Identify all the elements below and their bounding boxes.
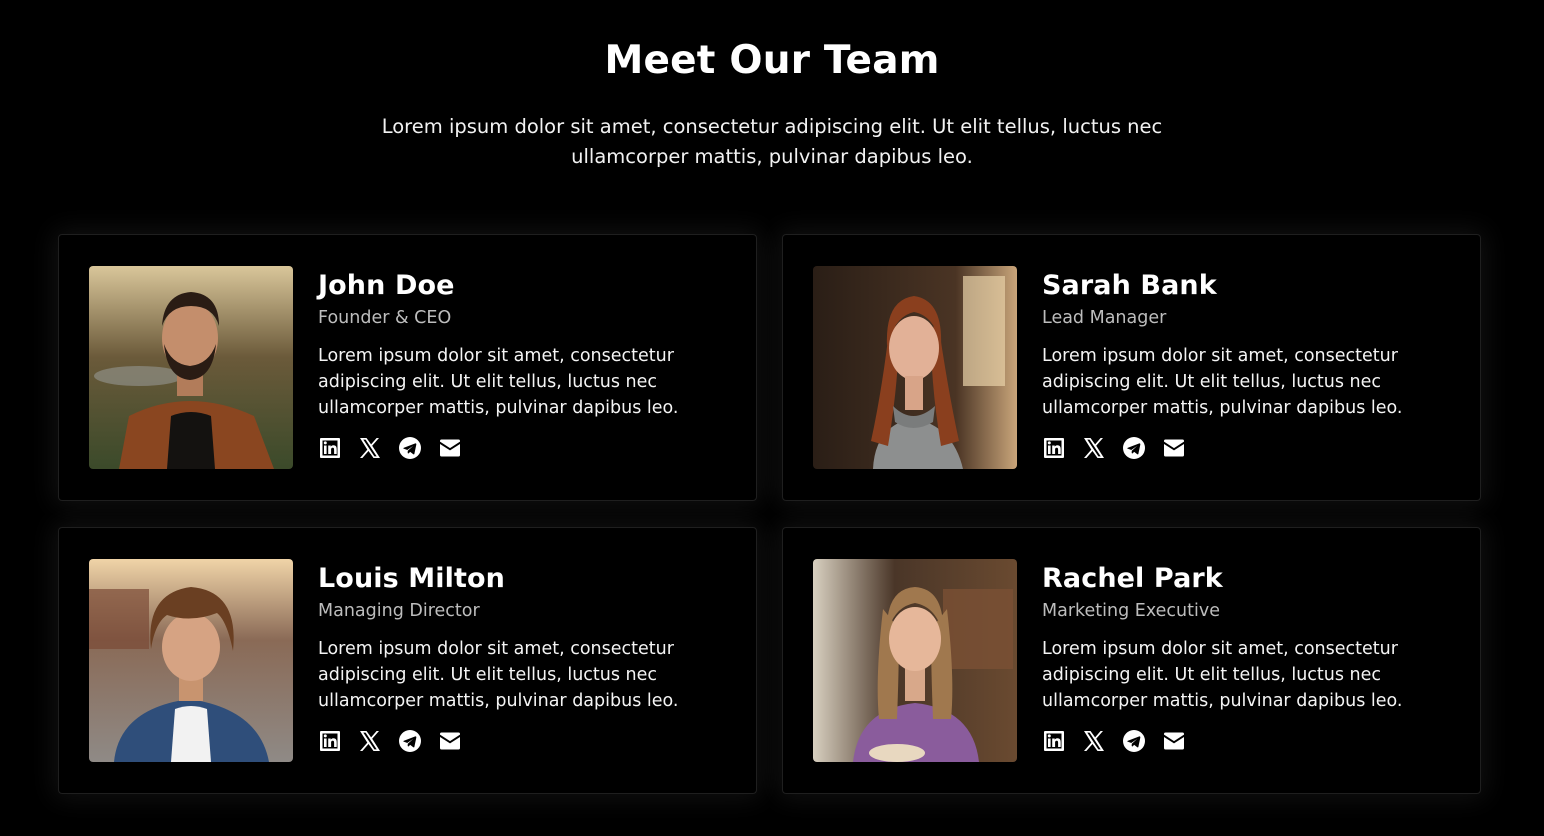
member-bio: Lorem ipsum dolor sit amet, consectetur … <box>1042 639 1403 711</box>
member-photo-image <box>813 559 1017 762</box>
social-links <box>1042 729 1462 753</box>
member-info: Sarah Bank Lead Manager Lorem ipsum dolo… <box>1042 269 1462 460</box>
team-card: Sarah Bank Lead Manager Lorem ipsum dolo… <box>782 234 1481 501</box>
linkedin-link[interactable] <box>1042 729 1066 753</box>
team-card: Louis Milton Managing Director Lorem ips… <box>58 527 757 794</box>
x-twitter-link[interactable] <box>358 729 382 753</box>
email-link[interactable] <box>1162 729 1186 753</box>
linkedin-link[interactable] <box>318 729 342 753</box>
social-links <box>318 729 738 753</box>
telegram-icon <box>399 730 421 752</box>
member-bio: Lorem ipsum dolor sit amet, consectetur … <box>1042 346 1403 418</box>
member-info: Rachel Park Marketing Executive Lorem ip… <box>1042 562 1462 753</box>
email-icon <box>1164 439 1184 457</box>
member-name: Louis Milton <box>318 563 505 594</box>
email-link[interactable] <box>1162 436 1186 460</box>
member-photo <box>89 559 293 762</box>
member-role: Marketing Executive <box>1042 601 1220 621</box>
member-name: Sarah Bank <box>1042 270 1217 301</box>
linkedin-icon <box>320 438 340 458</box>
x-twitter-link[interactable] <box>1082 436 1106 460</box>
member-name: John Doe <box>318 270 455 301</box>
email-icon <box>440 439 460 457</box>
section-intro: Lorem ipsum dolor sit amet, consectetur … <box>370 112 1174 172</box>
social-links <box>1042 436 1462 460</box>
linkedin-link[interactable] <box>318 436 342 460</box>
member-photo <box>813 559 1017 762</box>
section-intro-line-2: ullamcorper mattis, pulvinar dapibus leo… <box>571 145 973 168</box>
member-role: Founder & CEO <box>318 308 452 328</box>
member-photo-image <box>813 266 1017 469</box>
email-link[interactable] <box>438 729 462 753</box>
linkedin-icon <box>1044 438 1064 458</box>
section-heading: Meet Our Team <box>604 38 940 83</box>
email-link[interactable] <box>438 436 462 460</box>
x-twitter-link[interactable] <box>358 436 382 460</box>
section-intro-line-1: Lorem ipsum dolor sit amet, consectetur … <box>381 115 1163 138</box>
member-role: Managing Director <box>318 601 480 621</box>
member-photo <box>89 266 293 469</box>
linkedin-icon <box>320 731 340 751</box>
telegram-link[interactable] <box>1122 729 1146 753</box>
team-card: Rachel Park Marketing Executive Lorem ip… <box>782 527 1481 794</box>
member-info: Louis Milton Managing Director Lorem ips… <box>318 562 738 753</box>
member-info: John Doe Founder & CEO Lorem ipsum dolor… <box>318 269 738 460</box>
x-twitter-icon <box>1084 731 1104 751</box>
email-icon <box>1164 732 1184 750</box>
member-photo-image <box>89 559 293 762</box>
member-photo-image <box>89 266 293 469</box>
member-photo <box>813 266 1017 469</box>
team-section: Meet Our Team Lorem ipsum dolor sit amet… <box>0 0 1544 836</box>
telegram-link[interactable] <box>1122 436 1146 460</box>
telegram-icon <box>1123 730 1145 752</box>
team-card: John Doe Founder & CEO Lorem ipsum dolor… <box>58 234 757 501</box>
telegram-link[interactable] <box>398 436 422 460</box>
email-icon <box>440 732 460 750</box>
member-role: Lead Manager <box>1042 308 1167 328</box>
linkedin-icon <box>1044 731 1064 751</box>
telegram-link[interactable] <box>398 729 422 753</box>
member-bio: Lorem ipsum dolor sit amet, consectetur … <box>318 346 679 418</box>
linkedin-link[interactable] <box>1042 436 1066 460</box>
x-twitter-icon <box>360 731 380 751</box>
team-grid: John Doe Founder & CEO Lorem ipsum dolor… <box>58 234 1482 796</box>
x-twitter-icon <box>1084 438 1104 458</box>
telegram-icon <box>399 437 421 459</box>
member-name: Rachel Park <box>1042 563 1223 594</box>
member-bio: Lorem ipsum dolor sit amet, consectetur … <box>318 639 679 711</box>
x-twitter-link[interactable] <box>1082 729 1106 753</box>
social-links <box>318 436 738 460</box>
telegram-icon <box>1123 437 1145 459</box>
x-twitter-icon <box>360 438 380 458</box>
